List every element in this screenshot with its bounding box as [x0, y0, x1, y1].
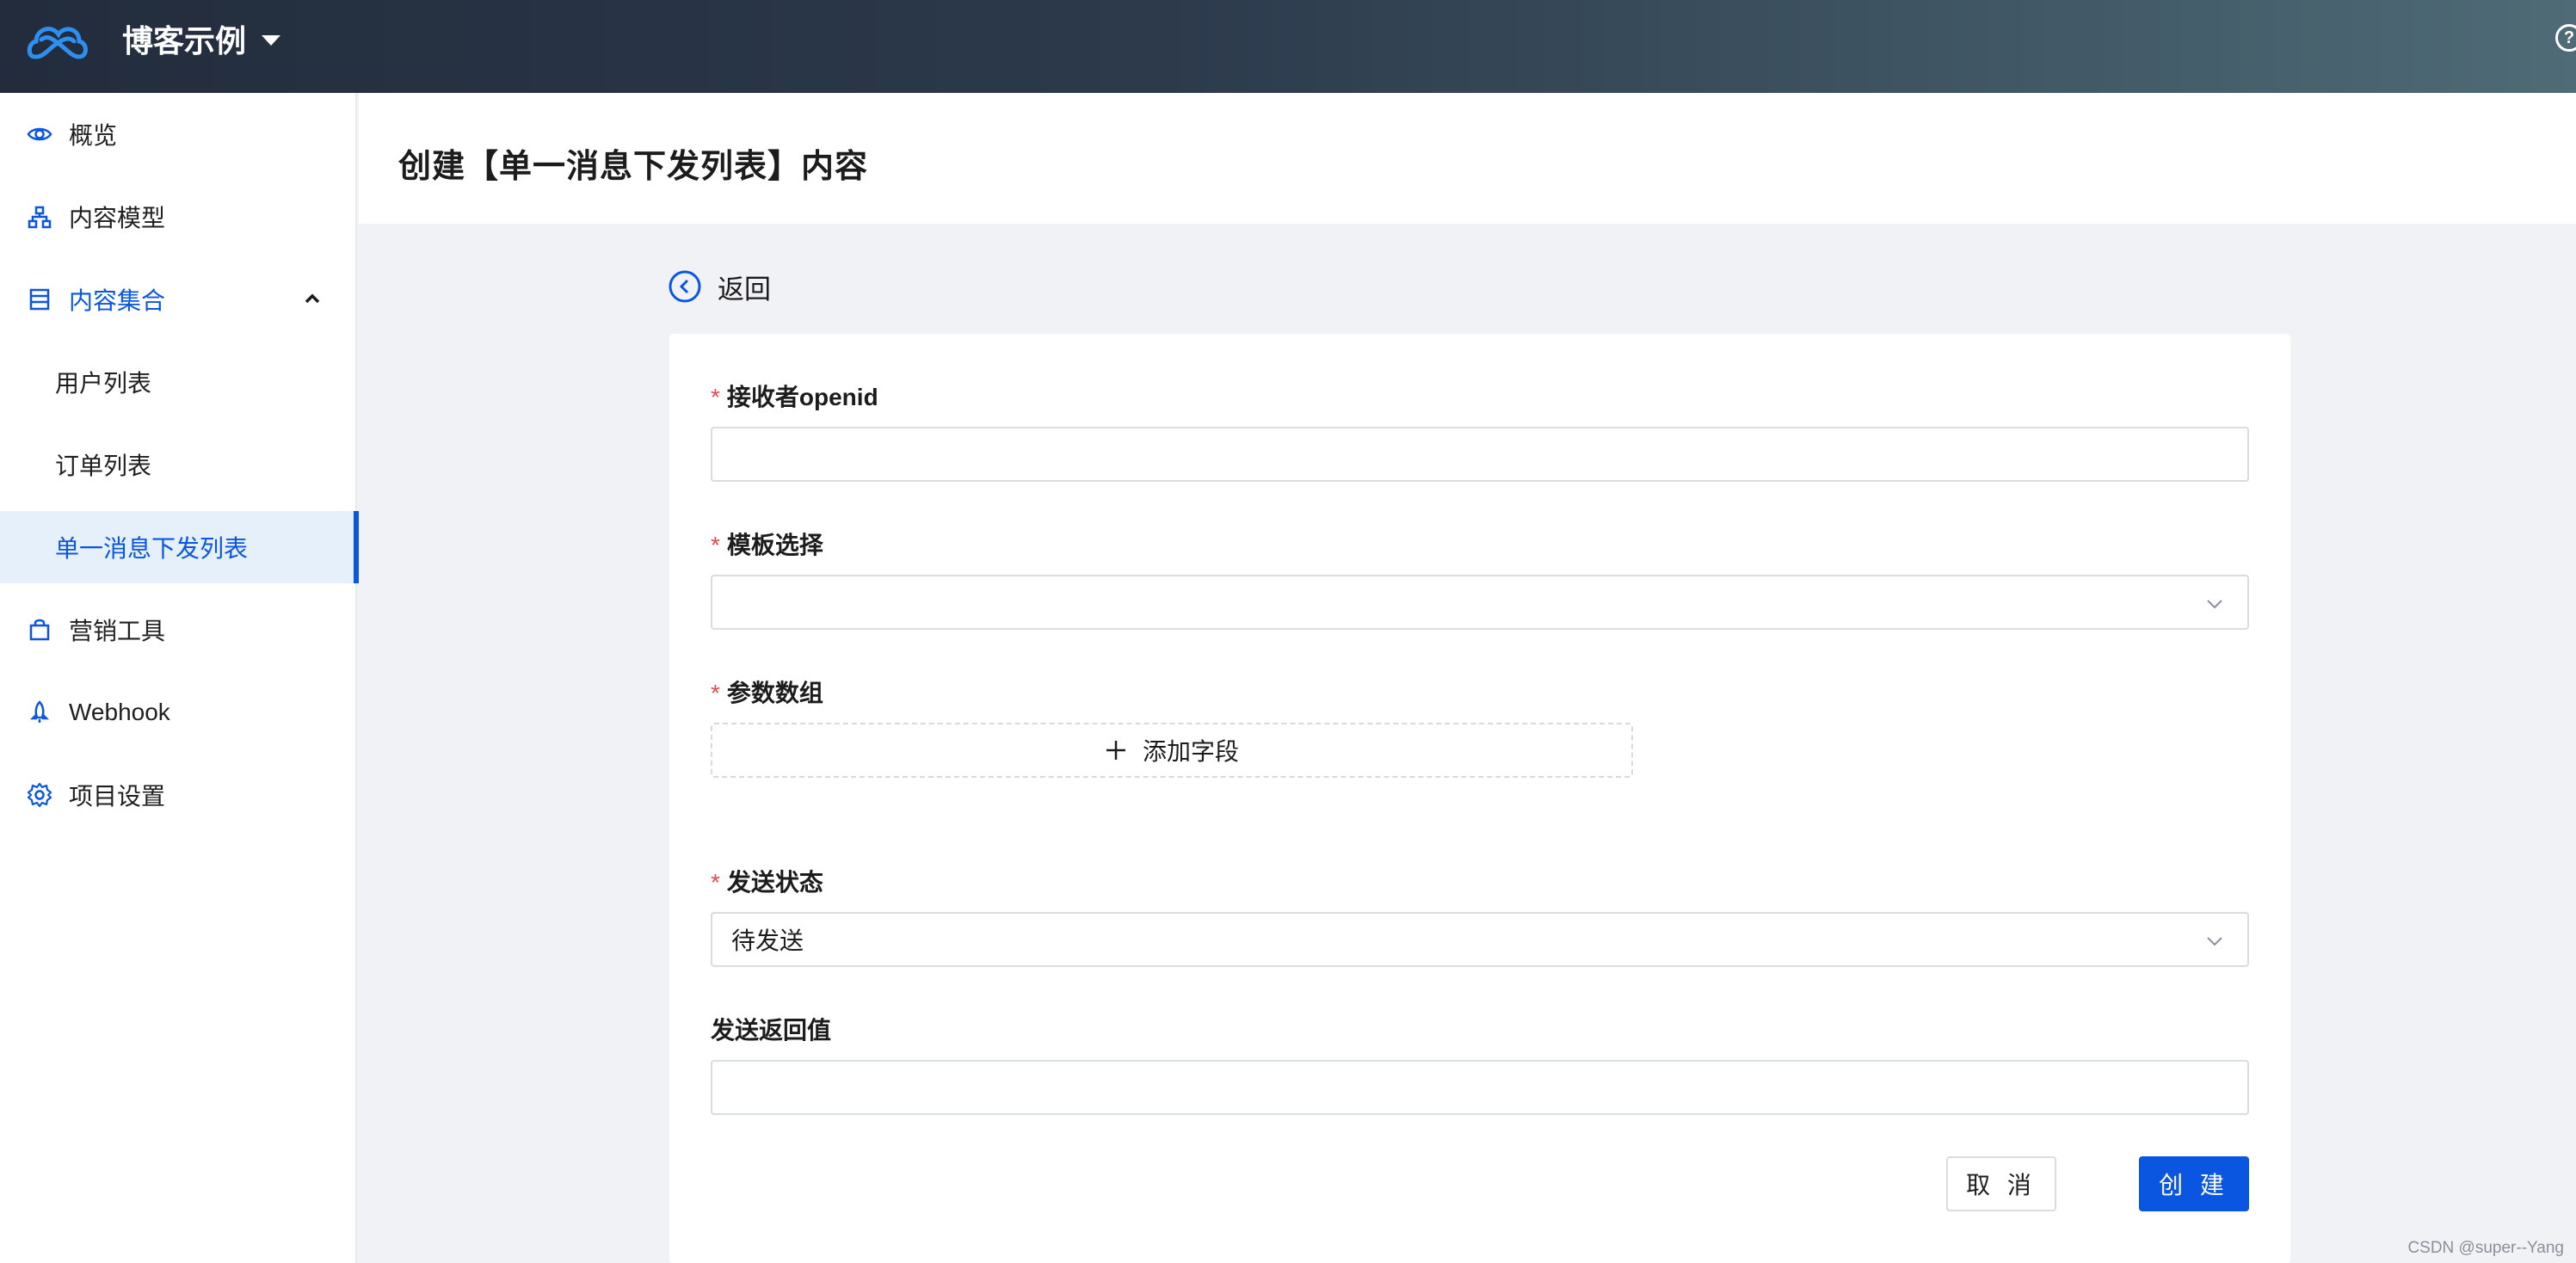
template-label: * 模板选择: [711, 532, 823, 558]
chevron-down-icon: [2207, 937, 2222, 946]
template-select[interactable]: [711, 575, 2249, 630]
page-title: 创建【单一消息下发列表】内容: [398, 149, 869, 185]
status-select-value: 待发送: [731, 927, 804, 954]
caret-down-icon: [262, 35, 281, 46]
page-header: 创建【单一消息下发列表】内容: [359, 93, 2576, 224]
add-field-button[interactable]: 添加字段: [711, 723, 1633, 778]
status-select[interactable]: 待发送: [711, 912, 2249, 967]
sidebar-item-label: 内容集合: [69, 287, 166, 314]
sidebar-item-overview[interactable]: 概览: [0, 98, 357, 170]
sidebar-item-user-list[interactable]: 用户列表: [0, 346, 357, 418]
sidebar-item-label: 项目设置: [69, 783, 166, 810]
gear-icon: [27, 782, 52, 808]
sidebar-item-label: 营销工具: [69, 618, 166, 644]
openid-label: * 接收者openid: [711, 384, 878, 410]
sidebar-item-label: 概览: [69, 122, 118, 149]
sidebar-item-label: 内容模型: [69, 205, 166, 231]
required-mark: *: [711, 869, 720, 896]
sitemap-icon: [28, 206, 52, 229]
cancel-button[interactable]: 取 消: [1946, 1156, 2056, 1211]
openid-input[interactable]: [711, 427, 2249, 482]
cloud-logo-icon[interactable]: [26, 12, 89, 77]
plus-icon: [1106, 741, 1125, 760]
back-arrow-icon: [669, 270, 701, 303]
chevron-down-icon: [2207, 600, 2222, 609]
return-value-label: 发送返回值: [711, 1017, 832, 1044]
sidebar-item-content-model[interactable]: 内容模型: [0, 181, 357, 253]
chevron-up-icon[interactable]: [302, 289, 323, 310]
sidebar-item-label: 用户列表: [55, 370, 152, 397]
sidebar-item-marketing-tools[interactable]: 营销工具: [0, 594, 357, 666]
rocket-icon: [29, 700, 50, 723]
eye-icon: [27, 127, 52, 141]
sidebar: 概览 内容模型 内容集合 用户列表 订单列表 单一消息下发列表 营销工具 Web…: [0, 93, 359, 1263]
top-header: 博客示例 ?: [0, 0, 2576, 93]
required-mark: *: [711, 532, 720, 558]
required-mark: *: [711, 384, 720, 410]
back-button[interactable]: 返回: [668, 268, 771, 305]
list-icon: [29, 288, 50, 311]
help-icon[interactable]: ?: [2555, 24, 2576, 52]
back-label: 返回: [718, 274, 771, 305]
add-field-label: 添加字段: [1142, 738, 1239, 765]
required-mark: *: [711, 680, 720, 706]
sidebar-item-label: 单一消息下发列表: [55, 535, 249, 562]
project-switcher[interactable]: 博客示例: [122, 19, 281, 59]
params-label: * 参数数组: [711, 680, 823, 706]
sidebar-item-content-collection[interactable]: 内容集合: [0, 263, 357, 336]
sidebar-item-label: Webhook: [69, 699, 170, 725]
sidebar-item-webhook[interactable]: Webhook: [0, 676, 357, 749]
sidebar-item-message-list[interactable]: 单一消息下发列表: [0, 511, 359, 583]
sidebar-item-project-settings[interactable]: 项目设置: [0, 759, 357, 831]
form-card: * 接收者openid * 模板选择 * 参数数组 添加字段 * 发送状态 待发送 发送…: [669, 334, 2290, 1263]
project-name: 博客示例: [122, 23, 247, 59]
status-label: * 发送状态: [711, 869, 823, 896]
create-button[interactable]: 创 建: [2139, 1156, 2249, 1211]
sidebar-item-label: 订单列表: [55, 453, 152, 479]
watermark: CSDN @super--Yang: [2407, 1239, 2564, 1257]
bag-icon: [29, 619, 50, 641]
sidebar-item-order-list[interactable]: 订单列表: [0, 428, 357, 501]
return-value-input[interactable]: [711, 1060, 2249, 1115]
